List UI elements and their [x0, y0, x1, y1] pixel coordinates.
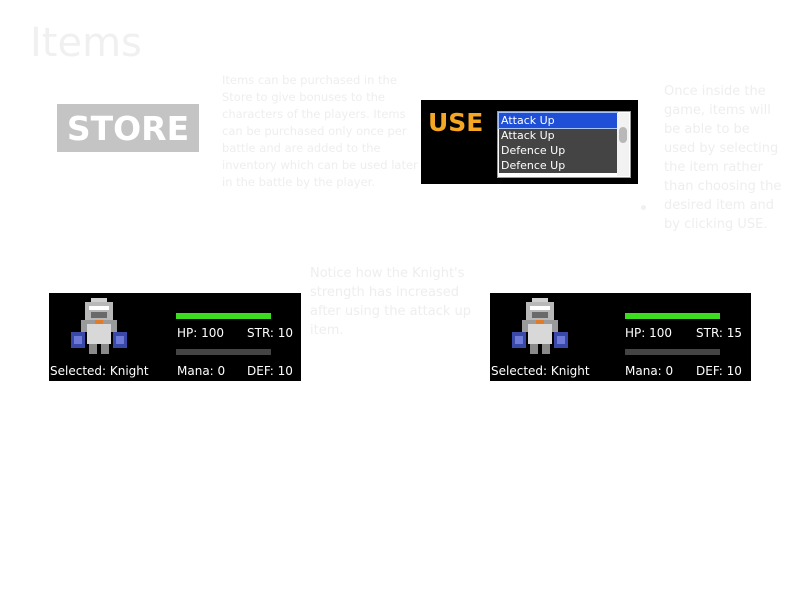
slide-title: Items [30, 20, 142, 66]
hp-bar [625, 313, 720, 319]
scrollbar-thumb[interactable] [619, 127, 627, 143]
def-value: DEF: 10 [696, 364, 742, 378]
bullet-dot [641, 205, 646, 210]
def-value: DEF: 10 [247, 364, 293, 378]
knight-sprite [512, 298, 568, 354]
selected-character-label: Selected: Knight [491, 364, 590, 378]
hp-value: HP: 100 [625, 326, 673, 340]
selected-character-label: Selected: Knight [50, 364, 149, 378]
list-item[interactable]: Attack Up [498, 112, 618, 129]
use-label[interactable]: USE [428, 108, 483, 137]
store-button[interactable]: STORE [57, 104, 199, 152]
list-item[interactable]: Defence Up [499, 143, 617, 158]
mana-value: Mana: 0 [177, 364, 226, 378]
use-panel: USE Attack Up Attack Up Defence Up Defen… [421, 100, 638, 184]
listbox-scrollbar[interactable] [617, 113, 629, 176]
description-store: Items can be purchased in the Store to g… [222, 73, 418, 189]
list-item[interactable]: Attack Up [499, 128, 617, 143]
item-listbox[interactable]: Attack Up Attack Up Defence Up Defence U… [497, 111, 631, 178]
description-use: Once inside the game, items will be able… [664, 84, 782, 232]
hp-value: HP: 100 [177, 326, 225, 340]
mana-bar [625, 349, 720, 355]
mana-value: Mana: 0 [625, 364, 674, 378]
hp-bar [176, 313, 271, 319]
mana-bar [176, 349, 271, 355]
str-value: STR: 10 [247, 326, 294, 340]
description-notice: Notice how the Knight's strength has inc… [310, 266, 472, 338]
character-hud-after: Selected: Knight HP: 100 STR: 15 Mana: 0… [490, 293, 751, 381]
knight-sprite [71, 298, 127, 354]
character-hud-before: Selected: Knight HP: 100 STR: 10 Mana: 0… [49, 293, 301, 381]
str-value: STR: 15 [696, 326, 743, 340]
list-item[interactable]: Defence Up [499, 158, 617, 173]
